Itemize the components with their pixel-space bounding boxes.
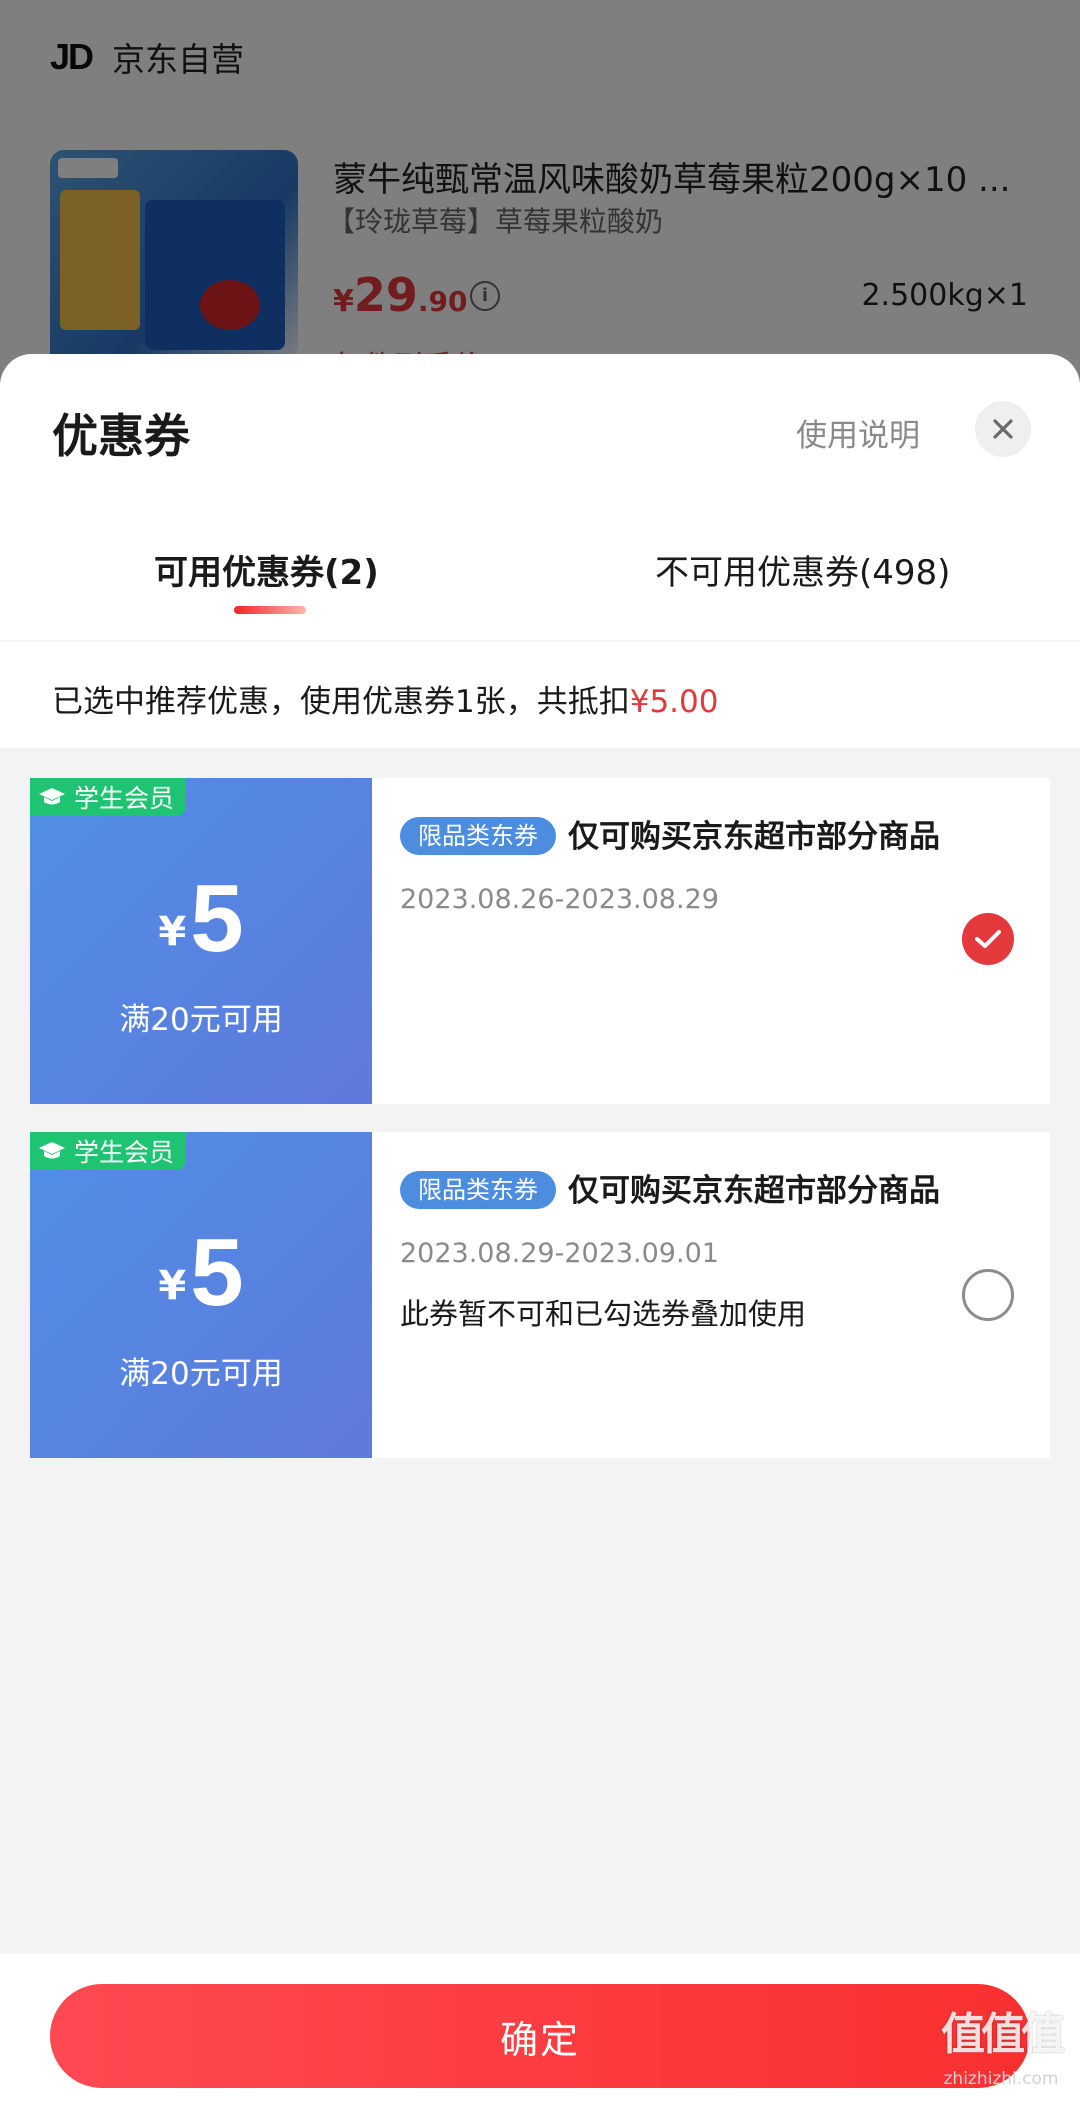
coupon-date-range: 2023.08.29-2023.09.01 — [400, 1238, 719, 1269]
coupon-amount-value: 5 — [190, 1219, 244, 1326]
coupon-amount: ¥5 — [30, 1218, 372, 1328]
coupon-type-tag: 限品类东券 — [400, 817, 556, 855]
coupon-select-checkbox[interactable] — [962, 1269, 1014, 1321]
sheet-header: 优惠券 使用说明 可用优惠券(2) 不可用优惠券(498) — [0, 354, 1080, 640]
watermark-domain: zhizhizhi.com — [943, 2069, 1059, 2089]
overlay-mask[interactable] — [0, 0, 1080, 400]
coupon-stacking-note: 此券暂不可和已勾选券叠加使用 — [400, 1297, 807, 1331]
coupon-value-panel: 学生会员 ¥5 满20元可用 — [30, 1132, 372, 1458]
student-member-badge: 学生会员 — [30, 778, 187, 816]
coupon-card[interactable]: 学生会员 ¥5 满20元可用 限品类东券 仅可购买京东超市部分商品 2023.08… — [30, 778, 1050, 1104]
coupon-select-checkbox[interactable] — [962, 913, 1014, 965]
graduation-cap-icon — [39, 1142, 65, 1159]
coupon-sheet: 优惠券 使用说明 可用优惠券(2) 不可用优惠券(498) 已选中推荐优惠，使用… — [0, 354, 1080, 2116]
summary-text: 已选中推荐优惠，使用优惠券1张，共抵扣 — [52, 684, 630, 720]
tab-available-coupons[interactable]: 可用优惠券(2) — [154, 545, 379, 594]
coupon-threshold: 满20元可用 — [119, 1356, 283, 1392]
sheet-title: 优惠券 — [52, 409, 190, 463]
badge-label: 学生会员 — [74, 784, 175, 813]
badge-label: 学生会员 — [74, 1138, 175, 1167]
checkmark-icon — [975, 930, 1001, 948]
confirm-button[interactable]: 确定 — [50, 1984, 1030, 2088]
selection-summary: 已选中推荐优惠，使用优惠券1张，共抵扣¥5.00 — [0, 642, 1080, 748]
currency-symbol: ¥ — [158, 909, 187, 955]
watermark-logo: 值值值 — [941, 2009, 1065, 2060]
sheet-footer: 确定 值值值 zhizhizhi.com — [0, 1954, 1080, 2116]
site-watermark: 值值值 zhizhizhi.com — [930, 2010, 1072, 2090]
coupon-date-range: 2023.08.26-2023.08.29 — [400, 884, 719, 915]
coupon-value-panel: 学生会员 ¥5 满20元可用 — [30, 778, 372, 1104]
summary-discount-amount: ¥5.00 — [629, 684, 719, 720]
coupon-amount: ¥5 — [30, 864, 372, 974]
coupon-details: 限品类东券 仅可购买京东超市部分商品 2023.08.26-2023.08.29 — [400, 810, 990, 915]
coupon-amount-value: 5 — [190, 865, 244, 972]
student-member-badge: 学生会员 — [30, 1132, 187, 1170]
coupon-threshold: 满20元可用 — [119, 1002, 283, 1038]
active-tab-indicator — [234, 606, 306, 614]
coupon-card[interactable]: 学生会员 ¥5 满20元可用 限品类东券 仅可购买京东超市部分商品 2023.08… — [30, 1132, 1050, 1458]
close-icon — [993, 419, 1013, 439]
currency-symbol: ¥ — [158, 1263, 187, 1309]
coupon-description: 仅可购买京东超市部分商品 — [568, 819, 940, 855]
close-button[interactable] — [975, 401, 1031, 457]
graduation-cap-icon — [39, 788, 65, 805]
usage-instructions-link[interactable]: 使用说明 — [796, 410, 920, 455]
coupon-description: 仅可购买京东超市部分商品 — [568, 1173, 940, 1209]
coupon-details: 限品类东券 仅可购买京东超市部分商品 2023.08.29-2023.09.01 … — [400, 1164, 990, 1333]
tab-unavailable-coupons[interactable]: 不可用优惠券(498) — [655, 545, 950, 594]
coupon-type-tag: 限品类东券 — [400, 1171, 556, 1209]
